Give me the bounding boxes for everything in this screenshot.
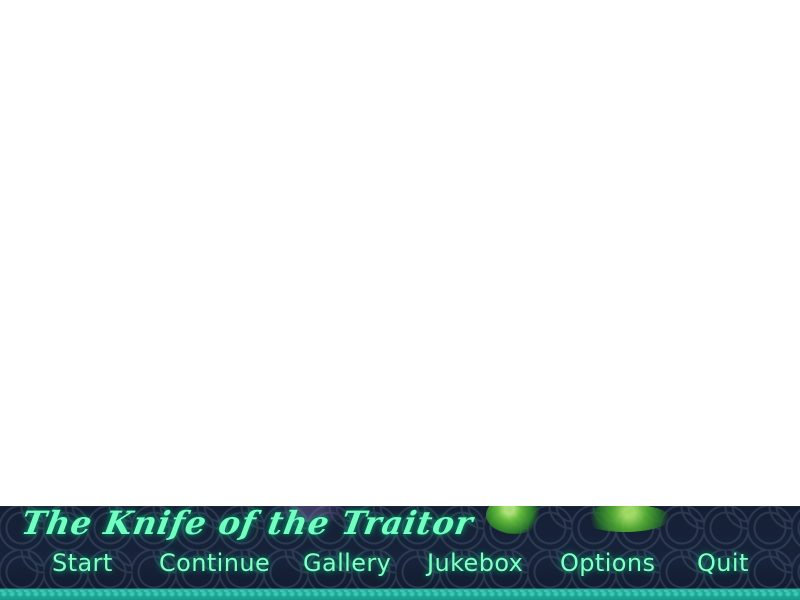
green-foliage-right — [580, 506, 670, 532]
bottom-decorative-trim — [0, 589, 800, 600]
title-menu-panel: The Knife of the Traitor Start Continue … — [0, 506, 800, 600]
continue-button[interactable]: Continue — [159, 545, 270, 581]
jukebox-button[interactable]: Jukebox — [427, 545, 523, 581]
start-button[interactable]: Start — [52, 545, 113, 581]
gallery-button[interactable]: Gallery — [303, 545, 391, 581]
game-title: The Knife of the Traitor — [18, 506, 477, 542]
main-menu: Start Continue Gallery Jukebox Options Q… — [0, 545, 800, 581]
options-button[interactable]: Options — [560, 545, 655, 581]
quit-button[interactable]: Quit — [697, 545, 749, 581]
game-screen: The Knife of the Traitor Start Continue … — [0, 0, 800, 600]
